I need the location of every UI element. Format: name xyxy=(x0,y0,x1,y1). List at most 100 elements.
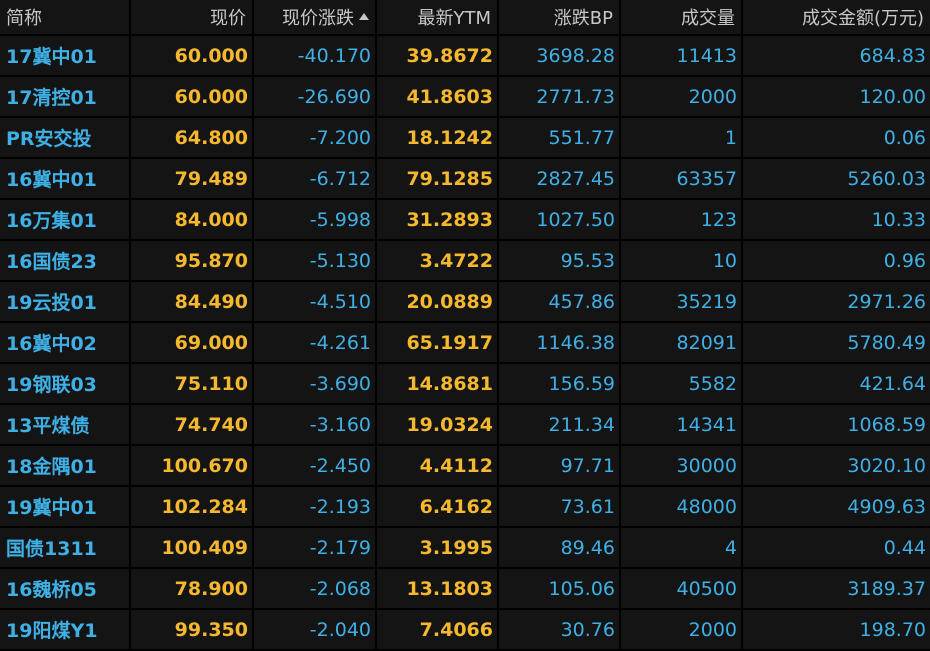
cell-price: 84.000 xyxy=(131,200,254,241)
cell-change: -3.160 xyxy=(254,405,377,446)
cell-name[interactable]: 国债1311 xyxy=(0,528,131,569)
cell-volume: 63357 xyxy=(621,159,743,200)
cell-bp: 156.59 xyxy=(499,364,621,405)
cell-ytm: 79.1285 xyxy=(377,159,499,200)
cell-ytm: 4.4112 xyxy=(377,446,499,487)
cell-volume: 48000 xyxy=(621,487,743,528)
cell-change: -6.712 xyxy=(254,159,377,200)
cell-name[interactable]: 17清控01 xyxy=(0,77,131,118)
header-change-label: 现价涨跌 xyxy=(282,8,354,29)
cell-amount: 5260.03 xyxy=(743,159,930,200)
cell-ytm: 31.2893 xyxy=(377,200,499,241)
cell-name[interactable]: 16冀中01 xyxy=(0,159,131,200)
cell-name[interactable]: 13平煤债 xyxy=(0,405,131,446)
cell-ytm: 65.1917 xyxy=(377,323,499,364)
bond-quote-table: 简称 现价 现价涨跌 最新YTM 涨跌BP 成交量 成交金额(万元) 17冀中0… xyxy=(0,0,930,651)
cell-bp: 3698.28 xyxy=(499,36,621,77)
cell-amount: 1068.59 xyxy=(743,405,930,446)
cell-price: 99.350 xyxy=(131,610,254,651)
cell-price: 60.000 xyxy=(131,36,254,77)
cell-change: -2.068 xyxy=(254,569,377,610)
cell-price: 79.489 xyxy=(131,159,254,200)
cell-name[interactable]: 16冀中02 xyxy=(0,323,131,364)
cell-name[interactable]: 16国债23 xyxy=(0,241,131,282)
cell-volume: 123 xyxy=(621,200,743,241)
cell-bp: 105.06 xyxy=(499,569,621,610)
cell-change: -4.510 xyxy=(254,282,377,323)
header-price[interactable]: 现价 xyxy=(131,0,254,36)
cell-bp: 73.61 xyxy=(499,487,621,528)
header-volume-label: 成交量 xyxy=(681,8,735,29)
cell-volume: 40500 xyxy=(621,569,743,610)
cell-amount: 10.33 xyxy=(743,200,930,241)
cell-name[interactable]: PR安交投 xyxy=(0,118,131,159)
header-change[interactable]: 现价涨跌 xyxy=(254,0,377,36)
cell-ytm: 3.4722 xyxy=(377,241,499,282)
cell-bp: 211.34 xyxy=(499,405,621,446)
cell-change: -4.261 xyxy=(254,323,377,364)
cell-price: 100.670 xyxy=(131,446,254,487)
cell-amount: 120.00 xyxy=(743,77,930,118)
cell-volume: 2000 xyxy=(621,77,743,118)
cell-ytm: 41.8603 xyxy=(377,77,499,118)
cell-name[interactable]: 16魏桥05 xyxy=(0,569,131,610)
cell-volume: 4 xyxy=(621,528,743,569)
cell-change: -26.690 xyxy=(254,77,377,118)
cell-ytm: 39.8672 xyxy=(377,36,499,77)
cell-ytm: 13.1803 xyxy=(377,569,499,610)
cell-name[interactable]: 19阳煤Y1 xyxy=(0,610,131,651)
cell-change: -2.450 xyxy=(254,446,377,487)
cell-amount: 684.83 xyxy=(743,36,930,77)
cell-price: 74.740 xyxy=(131,405,254,446)
cell-price: 60.000 xyxy=(131,77,254,118)
cell-amount: 3020.10 xyxy=(743,446,930,487)
cell-change: -7.200 xyxy=(254,118,377,159)
header-name-label: 简称 xyxy=(6,8,42,29)
cell-name[interactable]: 19冀中01 xyxy=(0,487,131,528)
cell-bp: 1146.38 xyxy=(499,323,621,364)
cell-bp: 30.76 xyxy=(499,610,621,651)
cell-name[interactable]: 19云投01 xyxy=(0,282,131,323)
cell-price: 64.800 xyxy=(131,118,254,159)
cell-bp: 2827.45 xyxy=(499,159,621,200)
cell-amount: 0.44 xyxy=(743,528,930,569)
header-ytm[interactable]: 最新YTM xyxy=(377,0,499,36)
header-bp[interactable]: 涨跌BP xyxy=(499,0,621,36)
cell-amount: 0.96 xyxy=(743,241,930,282)
cell-change: -5.998 xyxy=(254,200,377,241)
cell-ytm: 14.8681 xyxy=(377,364,499,405)
cell-name[interactable]: 19钢联03 xyxy=(0,364,131,405)
cell-bp: 1027.50 xyxy=(499,200,621,241)
cell-name[interactable]: 17冀中01 xyxy=(0,36,131,77)
cell-bp: 89.46 xyxy=(499,528,621,569)
header-bp-label: 涨跌BP xyxy=(553,8,613,29)
header-name[interactable]: 简称 xyxy=(0,0,131,36)
triangle-up-icon xyxy=(359,12,369,20)
cell-ytm: 19.0324 xyxy=(377,405,499,446)
cell-ytm: 3.1995 xyxy=(377,528,499,569)
cell-change: -3.690 xyxy=(254,364,377,405)
cell-price: 102.284 xyxy=(131,487,254,528)
cell-volume: 11413 xyxy=(621,36,743,77)
cell-ytm: 20.0889 xyxy=(377,282,499,323)
cell-price: 69.000 xyxy=(131,323,254,364)
cell-change: -2.179 xyxy=(254,528,377,569)
cell-bp: 95.53 xyxy=(499,241,621,282)
cell-bp: 2771.73 xyxy=(499,77,621,118)
cell-amount: 3189.37 xyxy=(743,569,930,610)
cell-change: -2.193 xyxy=(254,487,377,528)
cell-ytm: 18.1242 xyxy=(377,118,499,159)
cell-bp: 551.77 xyxy=(499,118,621,159)
cell-price: 84.490 xyxy=(131,282,254,323)
cell-price: 75.110 xyxy=(131,364,254,405)
header-volume[interactable]: 成交量 xyxy=(621,0,743,36)
cell-name[interactable]: 16万集01 xyxy=(0,200,131,241)
header-amount[interactable]: 成交金额(万元) xyxy=(743,0,930,36)
cell-volume: 1 xyxy=(621,118,743,159)
cell-name[interactable]: 18金隅01 xyxy=(0,446,131,487)
cell-volume: 2000 xyxy=(621,610,743,651)
cell-amount: 421.64 xyxy=(743,364,930,405)
cell-amount: 0.06 xyxy=(743,118,930,159)
cell-bp: 457.86 xyxy=(499,282,621,323)
header-amount-label: 成交金额(万元) xyxy=(801,8,924,29)
